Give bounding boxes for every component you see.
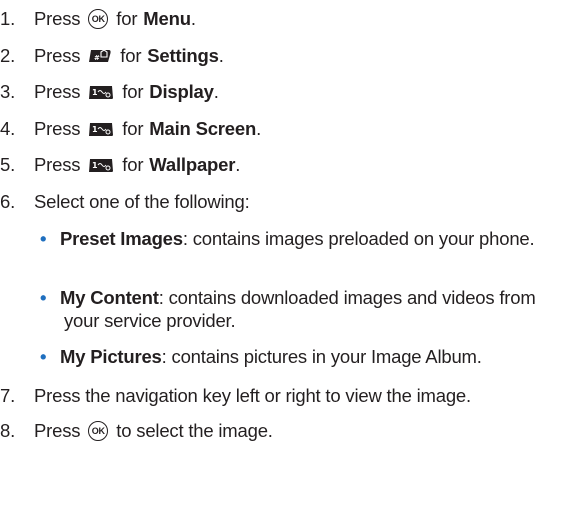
step-number: 6.: [0, 191, 16, 212]
step-punct: .: [235, 154, 241, 175]
option-my-pictures: • My Pictures: contains pictures in your …: [40, 345, 554, 368]
step-text: Press: [34, 154, 81, 175]
step-5: 5. Press 1 for Wallpaper.: [0, 150, 240, 180]
step-text: Press: [34, 118, 81, 139]
step-text: Press: [34, 45, 81, 66]
step-number: 4.: [0, 118, 16, 139]
option-my-content: • My Content: contains downloaded images …: [40, 286, 554, 332]
step-number: 3.: [0, 81, 16, 102]
svg-text:#: #: [94, 54, 100, 62]
step-text: for: [122, 154, 144, 175]
option-term: My Content: [60, 287, 159, 308]
step-3: 3. Press 1 for Display.: [0, 77, 219, 107]
step-punct: .: [190, 8, 196, 29]
step-punct: .: [213, 81, 219, 102]
step-punct: .: [218, 45, 224, 66]
step-8: 8. Press OK to select the image.: [0, 416, 273, 446]
wallpaper-term: Wallpaper: [149, 154, 236, 175]
option-term: My Pictures: [60, 346, 162, 367]
option-term: Preset Images: [60, 228, 183, 249]
step-6: 6. Select one of the following:: [0, 187, 250, 217]
display-term: Display: [149, 81, 214, 102]
bullet-icon: •: [40, 346, 47, 367]
step-4: 4. Press 1 for Main Screen.: [0, 114, 261, 144]
ok-key-icon: OK: [88, 9, 109, 29]
step-7: 7. Press the navigation key left or righ…: [0, 381, 471, 411]
option-description: : contains pictures in your Image Album.: [161, 346, 482, 367]
step-number: 8.: [0, 420, 16, 441]
step-text: for: [120, 45, 142, 66]
step-text: Select one of the following:: [34, 191, 250, 212]
one-key-icon: 1: [88, 122, 114, 137]
svg-text:1: 1: [92, 88, 98, 97]
option-preset-images: • Preset Images: contains images preloade…: [40, 227, 554, 250]
menu-term: Menu: [143, 8, 191, 29]
step-punct: .: [256, 118, 262, 139]
step-text: Press: [34, 8, 81, 29]
step-number: 1.: [0, 8, 16, 29]
ok-key-icon: OK: [88, 421, 109, 441]
option-description: : contains images preloaded on your phon…: [182, 228, 535, 249]
step-2: 2. Press # for Settings.: [0, 41, 224, 71]
step-text: for: [116, 8, 138, 29]
step-text: to select the image.: [116, 420, 273, 441]
step-text: for: [122, 118, 144, 139]
instruction-document: 1. Press OK for Menu. 2. Press # for Set…: [0, 0, 572, 506]
step-number: 2.: [0, 45, 16, 66]
one-key-icon: 1: [88, 158, 114, 173]
step-number: 5.: [0, 154, 16, 175]
svg-text:1: 1: [92, 161, 98, 170]
bullet-icon: •: [40, 287, 47, 308]
settings-term: Settings: [147, 45, 219, 66]
one-key-icon: 1: [88, 85, 114, 100]
main-screen-term: Main Screen: [149, 118, 257, 139]
step-text: for: [122, 81, 144, 102]
hash-key-icon: #: [88, 48, 112, 64]
svg-text:1: 1: [92, 125, 98, 134]
step-1: 1. Press OK for Menu.: [0, 4, 196, 34]
step-text: Press: [34, 420, 81, 441]
step-text: Press the navigation key left or right t…: [34, 385, 471, 406]
step-number: 7.: [0, 385, 16, 406]
step-text: Press: [34, 81, 81, 102]
bullet-icon: •: [40, 228, 47, 249]
